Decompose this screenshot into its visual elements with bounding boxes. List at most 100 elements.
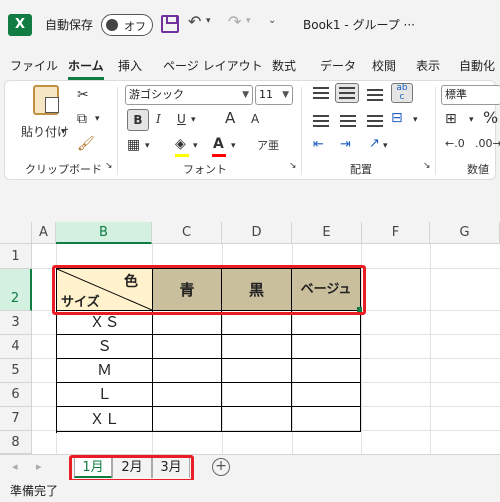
group-label-alignment: 配置 bbox=[350, 163, 372, 176]
alignment-launcher-icon[interactable]: ↘ bbox=[423, 161, 431, 171]
decrease-decimal-icon[interactable]: .00→ bbox=[475, 137, 500, 150]
align-top-icon[interactable] bbox=[313, 87, 329, 99]
align-bottom-icon[interactable] bbox=[367, 89, 383, 101]
increase-indent-icon[interactable]: ⇥ bbox=[340, 137, 351, 152]
data-cell[interactable] bbox=[222, 383, 292, 407]
copy-dropdown-icon[interactable]: ▾ bbox=[95, 114, 100, 124]
bold-button[interactable]: B bbox=[127, 109, 149, 131]
column-header[interactable]: F bbox=[362, 222, 430, 244]
row-header[interactable]: 8 bbox=[0, 431, 32, 454]
align-left-icon[interactable] bbox=[313, 115, 329, 127]
data-cell[interactable] bbox=[222, 335, 292, 359]
tab-page-layout[interactable]: ページ レイアウト bbox=[163, 57, 263, 74]
row-header[interactable]: 4 bbox=[0, 335, 32, 359]
fill-handle[interactable] bbox=[357, 307, 362, 312]
data-cell[interactable] bbox=[153, 383, 222, 407]
italic-button[interactable]: I bbox=[156, 112, 161, 126]
column-header[interactable]: A bbox=[32, 222, 56, 244]
tab-insert[interactable]: 挿入 bbox=[118, 57, 142, 74]
font-size-select[interactable]: 11 ▼ bbox=[255, 85, 293, 105]
autosave-toggle[interactable]: オフ bbox=[101, 14, 153, 36]
wrap-text-icon[interactable]: ab c bbox=[391, 83, 413, 103]
data-cell[interactable] bbox=[292, 407, 361, 432]
decrease-indent-icon[interactable]: ⇤ bbox=[313, 137, 324, 152]
size-cell[interactable]: Ｌ bbox=[57, 383, 153, 407]
ribbon-separator bbox=[117, 87, 118, 175]
format-painter-icon[interactable]: 🖌 bbox=[77, 136, 95, 152]
align-center-icon[interactable] bbox=[340, 115, 356, 127]
tab-view[interactable]: 表示 bbox=[416, 57, 440, 74]
data-cell[interactable] bbox=[153, 359, 222, 383]
copy-icon[interactable]: ⧉ bbox=[77, 111, 87, 127]
font-color-dropdown-icon[interactable]: ▾ bbox=[231, 141, 236, 151]
row-header[interactable]: 3 bbox=[0, 311, 32, 335]
data-cell[interactable] bbox=[292, 335, 361, 359]
tab-data[interactable]: データ bbox=[320, 57, 356, 74]
title-bar: X 自動保存 オフ ↶ ▾ ↷ ▾ ⌄ Book1 - グループ ··· bbox=[0, 0, 500, 50]
shrink-font-button[interactable]: A bbox=[251, 112, 259, 126]
font-name-select[interactable]: 游ゴシック ▼ bbox=[125, 85, 253, 105]
row-header[interactable]: 7 bbox=[0, 407, 32, 431]
font-color-button[interactable]: A bbox=[213, 136, 224, 152]
scroll-right-icon[interactable]: ▸ bbox=[36, 460, 42, 473]
underline-dropdown-icon[interactable]: ▾ bbox=[191, 115, 196, 125]
data-cell[interactable] bbox=[153, 335, 222, 359]
column-header[interactable]: G bbox=[430, 222, 500, 244]
column-header[interactable]: E bbox=[292, 222, 362, 244]
redo-dropdown-icon[interactable]: ▾ bbox=[246, 16, 251, 26]
tab-home[interactable]: ホーム bbox=[68, 57, 104, 80]
add-sheet-button[interactable]: + bbox=[212, 458, 230, 476]
data-cell[interactable] bbox=[292, 359, 361, 383]
redo-icon[interactable]: ↷ bbox=[228, 12, 241, 31]
data-cell[interactable] bbox=[153, 407, 222, 432]
borders-dropdown-icon[interactable]: ▾ bbox=[145, 141, 150, 151]
size-cell[interactable]: Ｍ bbox=[57, 359, 153, 383]
grow-font-button[interactable]: A bbox=[225, 109, 235, 127]
column-header[interactable]: D bbox=[222, 222, 292, 244]
align-right-icon[interactable] bbox=[367, 115, 383, 127]
toggle-knob bbox=[106, 19, 118, 31]
row-header[interactable]: 1 bbox=[0, 244, 32, 269]
row-header[interactable]: 2 bbox=[0, 269, 32, 311]
tab-review[interactable]: 校閲 bbox=[372, 57, 396, 74]
row-header[interactable]: 6 bbox=[0, 383, 32, 407]
merge-center-icon[interactable]: ⊟ bbox=[391, 110, 403, 126]
fill-color-icon[interactable]: ◈ bbox=[175, 136, 186, 152]
scroll-left-icon[interactable]: ◂ bbox=[12, 460, 18, 473]
ribbon-separator bbox=[301, 87, 302, 175]
increase-decimal-icon[interactable]: ←.0 bbox=[445, 137, 465, 150]
column-header[interactable]: C bbox=[152, 222, 222, 244]
tab-automate[interactable]: 自動化 bbox=[459, 57, 495, 74]
customize-toolbar-icon[interactable]: ⌄ bbox=[268, 15, 276, 26]
undo-dropdown-icon[interactable]: ▾ bbox=[206, 16, 211, 26]
orientation-dropdown-icon[interactable]: ▾ bbox=[383, 141, 388, 151]
align-middle-button[interactable] bbox=[335, 83, 359, 103]
accounting-format-icon[interactable]: ⊞ bbox=[445, 111, 457, 127]
data-cell[interactable] bbox=[222, 407, 292, 432]
underline-button[interactable]: U bbox=[177, 112, 186, 126]
tab-file[interactable]: ファイル bbox=[10, 57, 58, 74]
clipboard-launcher-icon[interactable]: ↘ bbox=[105, 161, 113, 171]
paste-icon[interactable] bbox=[33, 85, 59, 115]
merge-dropdown-icon[interactable]: ▾ bbox=[413, 115, 418, 125]
size-cell[interactable]: ＸＬ bbox=[57, 407, 153, 432]
save-icon[interactable] bbox=[161, 15, 179, 33]
percent-style-button[interactable]: % bbox=[483, 108, 498, 127]
select-all-corner[interactable] bbox=[0, 222, 32, 244]
undo-icon[interactable]: ↶ bbox=[188, 12, 201, 31]
borders-icon[interactable]: ▦ bbox=[127, 137, 140, 153]
column-header[interactable]: B bbox=[56, 222, 152, 244]
accounting-dropdown-icon[interactable]: ▾ bbox=[469, 115, 474, 125]
data-cell[interactable] bbox=[292, 383, 361, 407]
data-cell[interactable] bbox=[222, 359, 292, 383]
fill-color-dropdown-icon[interactable]: ▾ bbox=[193, 141, 198, 151]
phonetic-icon[interactable]: ア亜 bbox=[257, 137, 279, 153]
orientation-icon[interactable]: ↗ bbox=[369, 136, 380, 151]
paste-dropdown-icon[interactable]: ▾ bbox=[61, 127, 66, 137]
tab-formulas[interactable]: 数式 bbox=[272, 57, 296, 74]
cut-icon[interactable]: ✂ bbox=[77, 87, 89, 103]
size-cell[interactable]: Ｓ bbox=[57, 335, 153, 359]
number-format-select[interactable]: 標準 bbox=[441, 85, 500, 105]
font-launcher-icon[interactable]: ↘ bbox=[289, 161, 297, 171]
row-header[interactable]: 5 bbox=[0, 359, 32, 383]
